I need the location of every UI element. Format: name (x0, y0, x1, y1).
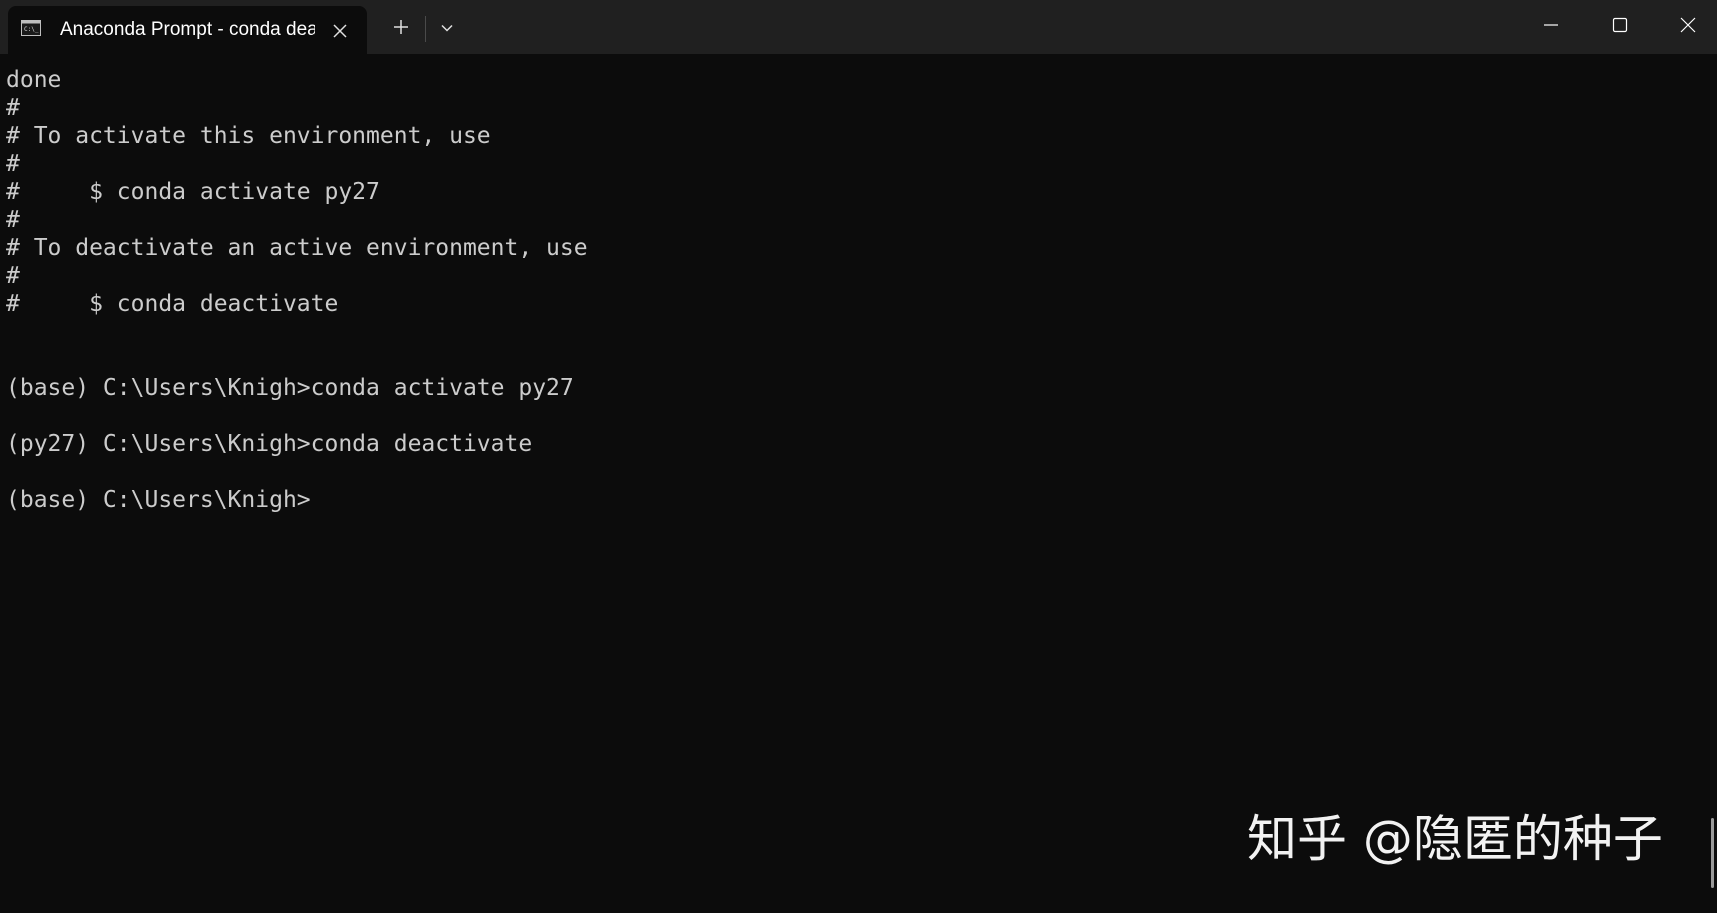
terminal-line: (py27) C:\Users\Knigh>conda deactivate (6, 431, 533, 457)
maximize-button[interactable] (1586, 0, 1654, 50)
terminal-line: # To deactivate an active environment, u… (6, 235, 588, 261)
terminal-line: (base) C:\Users\Knigh>conda activate py2… (6, 375, 574, 401)
close-icon (333, 24, 347, 38)
watermark: 知乎 @隐匿的种子 (1247, 810, 1663, 868)
terminal-line: # $ conda deactivate (6, 291, 339, 317)
scrollbar-thumb[interactable] (1711, 818, 1714, 888)
terminal-line: # (6, 263, 20, 289)
terminal-line: (base) C:\Users\Knigh> (6, 487, 311, 513)
terminal-window: C:\_ Anaconda Prompt - conda deactivate (0, 0, 1717, 913)
tab-close-button[interactable] (328, 19, 352, 43)
terminal-line: done (6, 67, 62, 93)
terminal-output[interactable]: done # # To activate this environment, use… (6, 66, 1696, 896)
profile-dropdown-button[interactable] (432, 13, 462, 43)
close-window-button[interactable] (1654, 0, 1717, 50)
close-icon (1680, 17, 1696, 33)
terminal-line: # $ conda activate py27 (6, 179, 380, 205)
tab-title: Anaconda Prompt - conda deactivate (60, 19, 315, 40)
terminal-line: # To activate this environment, use (6, 123, 491, 149)
svg-text:C:\_: C:\_ (24, 26, 39, 33)
maximize-icon (1612, 17, 1628, 33)
minimize-icon (1544, 24, 1558, 26)
new-tab-button[interactable] (386, 12, 416, 42)
tab-anaconda-prompt[interactable]: C:\_ Anaconda Prompt - conda deactivate (8, 6, 367, 54)
terminal-line: # (6, 151, 20, 177)
chevron-down-icon (441, 24, 453, 32)
terminal-icon: C:\_ (21, 20, 41, 36)
terminal-line: # (6, 95, 20, 121)
tab-separator (425, 16, 426, 42)
terminal-line: # (6, 207, 20, 233)
plus-icon (394, 20, 408, 34)
title-bar: C:\_ Anaconda Prompt - conda deactivate (0, 0, 1717, 54)
minimize-button[interactable] (1517, 0, 1585, 50)
